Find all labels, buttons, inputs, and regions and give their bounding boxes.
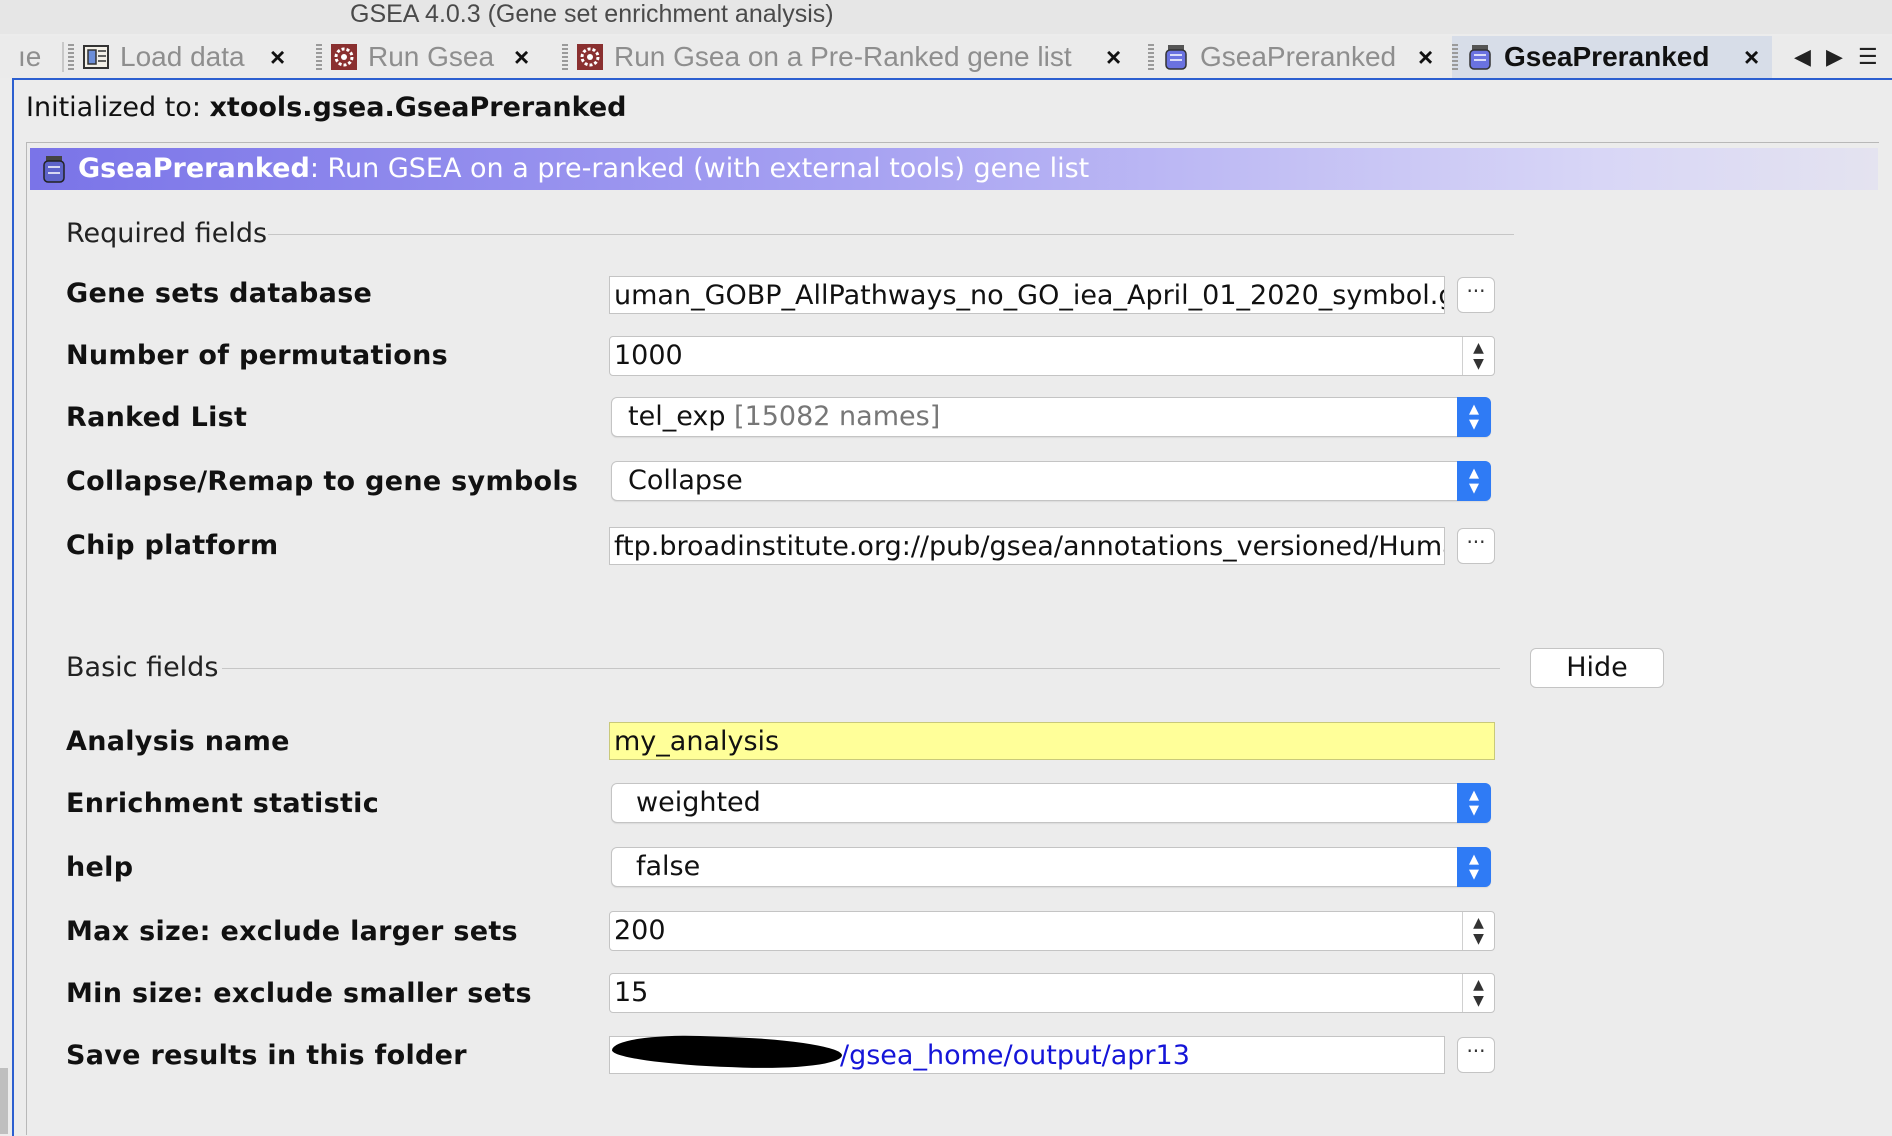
gene-sets-browse-button[interactable]: ··· xyxy=(1457,277,1495,313)
chip-platform-label: Chip platform xyxy=(66,530,279,561)
tab-gseapreranked-active[interactable]: GseaPreranked × xyxy=(1452,36,1772,81)
save-folder-label: Save results in this folder xyxy=(66,1040,467,1071)
init-prefix: Initialized to: xyxy=(26,92,201,123)
stepper-arrows-icon[interactable]: ▲ ▼ xyxy=(1462,337,1494,375)
collapse-value: Collapse xyxy=(628,465,743,496)
tab-label: Load data xyxy=(120,41,245,72)
init-value: xtools.gsea.GseaPreranked xyxy=(209,92,627,123)
tab-partial[interactable]: ıe xyxy=(0,36,60,78)
tab-grip[interactable] xyxy=(68,44,74,72)
tab-label: ıe xyxy=(18,41,42,72)
select-arrows-icon[interactable]: ▲ ▼ xyxy=(1457,847,1491,887)
load-data-icon xyxy=(83,45,109,69)
tab-run-gsea[interactable]: Run Gsea × xyxy=(316,36,542,78)
help-label: help xyxy=(66,852,134,883)
window-edge xyxy=(0,1068,8,1134)
ranked-list-select[interactable]: tel_exp [15082 names] ▲ ▼ xyxy=(611,397,1491,437)
banner-tool-name: GseaPreranked xyxy=(78,153,310,184)
tab-bar: ıe Load data × Run Gsea × Run Gsea on a … xyxy=(0,36,1892,81)
enrichment-statistic-select[interactable]: weighted ▲ ▼ xyxy=(611,783,1491,823)
tab-run-gsea-preranked-list[interactable]: Run Gsea on a Pre-Ranked gene list × xyxy=(562,36,1136,78)
ranked-list-name: tel_exp xyxy=(628,401,726,432)
banner-description: : Run GSEA on a pre-ranked (with externa… xyxy=(309,153,1090,184)
tab-grip[interactable] xyxy=(316,44,322,72)
close-icon[interactable]: × xyxy=(1106,36,1121,78)
close-icon[interactable]: × xyxy=(514,36,529,78)
tab-divider xyxy=(62,42,64,72)
permutations-label: Number of permutations xyxy=(66,340,449,371)
close-icon[interactable]: × xyxy=(1418,36,1433,78)
permutations-spinner[interactable]: 1000 ▲ ▼ xyxy=(609,336,1495,376)
chip-platform-field[interactable]: ftp.broadinstitute.org://pub/gsea/annota… xyxy=(609,527,1445,565)
select-arrows-icon[interactable]: ▲ ▼ xyxy=(1457,783,1491,823)
jar-icon xyxy=(43,156,65,183)
window-title: GSEA 4.0.3 (Gene set enrichment analysis… xyxy=(350,0,834,28)
banner-text: GseaPreranked: Run GSEA on a pre-ranked … xyxy=(78,148,1089,190)
help-select[interactable]: false ▲ ▼ xyxy=(611,847,1491,887)
chip-platform-browse-button[interactable]: ··· xyxy=(1457,528,1495,564)
tab-label: GseaPreranked xyxy=(1200,41,1397,72)
help-value: false xyxy=(636,851,701,882)
tab-scroll-right-icon[interactable]: ▶ xyxy=(1826,36,1843,78)
gene-sets-label: Gene sets database xyxy=(66,278,373,309)
required-fields-title: Required fields xyxy=(66,218,268,249)
tab-grip[interactable] xyxy=(562,44,568,72)
hide-button[interactable]: Hide xyxy=(1530,648,1664,688)
min-size-spinner[interactable]: 15 ▲ ▼ xyxy=(609,973,1495,1013)
max-size-spinner[interactable]: 200 ▲ ▼ xyxy=(609,911,1495,951)
min-size-value[interactable]: 15 xyxy=(614,974,648,1012)
window-titlebar: GSEA 4.0.3 (Gene set enrichment analysis… xyxy=(0,0,1892,34)
tab-gseapreranked[interactable]: GseaPreranked × xyxy=(1148,36,1440,78)
enrichment-statistic-label: Enrichment statistic xyxy=(66,788,380,819)
basic-fields-title: Basic fields xyxy=(66,652,219,683)
analysis-name-field[interactable]: my_analysis xyxy=(609,722,1495,760)
tab-grip[interactable] xyxy=(1148,44,1154,72)
section-divider xyxy=(268,234,1514,235)
section-divider xyxy=(222,668,1500,669)
ranked-list-label: Ranked List xyxy=(66,402,248,433)
gear-icon xyxy=(577,44,603,70)
tab-label: Run Gsea on a Pre-Ranked gene list xyxy=(614,41,1072,72)
close-icon[interactable]: × xyxy=(270,36,285,78)
tab-label: Run Gsea xyxy=(368,41,495,72)
save-folder-browse-button[interactable]: ··· xyxy=(1457,1037,1495,1073)
tab-label: GseaPreranked xyxy=(1504,41,1710,72)
min-size-label: Min size: exclude smaller sets xyxy=(66,978,532,1009)
tab-grip[interactable] xyxy=(1452,44,1458,72)
max-size-value[interactable]: 200 xyxy=(614,912,666,950)
tab-scroll-left-icon[interactable]: ◀ xyxy=(1794,36,1811,78)
stepper-arrows-icon[interactable]: ▲ ▼ xyxy=(1462,974,1494,1012)
max-size-label: Max size: exclude larger sets xyxy=(66,916,518,947)
jar-icon xyxy=(1469,45,1491,70)
tab-load-data[interactable]: Load data × xyxy=(68,36,300,78)
collapse-select[interactable]: Collapse ▲ ▼ xyxy=(611,461,1491,501)
analysis-name-label: Analysis name xyxy=(66,726,290,757)
permutations-value[interactable]: 1000 xyxy=(614,337,683,375)
tab-list-menu-icon[interactable]: ☰ xyxy=(1858,36,1878,78)
select-arrows-icon[interactable]: ▲ ▼ xyxy=(1457,397,1491,437)
select-arrows-icon[interactable]: ▲ ▼ xyxy=(1457,461,1491,501)
ranked-list-value: tel_exp [15082 names] xyxy=(628,398,940,436)
ranked-list-count: [15082 names] xyxy=(734,401,941,432)
close-icon[interactable]: × xyxy=(1744,36,1759,78)
enrichment-statistic-value: weighted xyxy=(636,787,761,818)
collapse-label: Collapse/Remap to gene symbols xyxy=(66,466,579,497)
gene-sets-field[interactable]: uman_GOBP_AllPathways_no_GO_iea_April_01… xyxy=(609,276,1445,314)
gear-icon xyxy=(331,44,357,70)
init-line: Initialized to: xtools.gsea.GseaPreranke… xyxy=(26,92,627,123)
stepper-arrows-icon[interactable]: ▲ ▼ xyxy=(1462,912,1494,950)
tool-banner: GseaPreranked: Run GSEA on a pre-ranked … xyxy=(30,148,1878,190)
jar-icon xyxy=(1165,45,1187,70)
